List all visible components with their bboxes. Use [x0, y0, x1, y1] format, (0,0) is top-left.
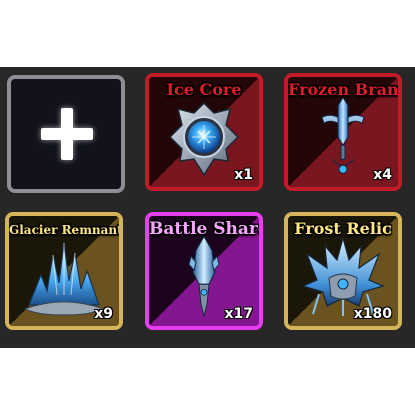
item-name: Frost Relic [294, 219, 392, 238]
item-name: Frozen Brand [288, 80, 402, 99]
item-slot-battle-shard[interactable]: Battle Shard x17 [145, 212, 263, 330]
glacier-crystal-cluster-icon [23, 242, 105, 316]
item-name: Glacier Remnant [9, 223, 123, 237]
item-count: x1 [234, 167, 253, 183]
item-name: Ice Core [166, 80, 242, 99]
item-count: x9 [94, 306, 113, 322]
item-slot-frozen-brand[interactable]: Frozen Brand x4 [284, 73, 402, 191]
battle-shard-icon [188, 235, 220, 317]
item-slot-frost-relic[interactable]: Frost Relic x180 [284, 212, 402, 330]
item-slot-ice-core[interactable]: Ice Core x1 [145, 73, 263, 191]
frozen-brand-sword-icon [321, 96, 365, 174]
item-count: x4 [373, 167, 392, 183]
item-count: x180 [353, 306, 392, 322]
add-item-slot[interactable] [7, 75, 125, 193]
item-count: x17 [224, 306, 253, 322]
item-name: Battle Shard [149, 219, 263, 239]
item-slot-glacier-remnant[interactable]: Glacier Remnant x9 [5, 212, 123, 330]
